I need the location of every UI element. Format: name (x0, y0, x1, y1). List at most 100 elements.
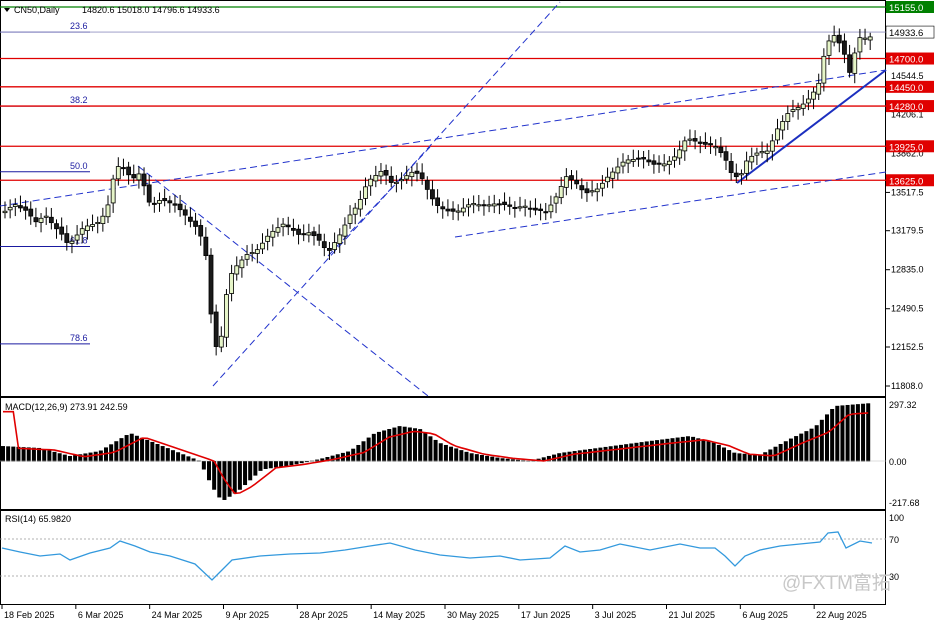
macd-bar (655, 440, 660, 462)
time-tick-label: 28 Apr 2025 (299, 610, 348, 620)
candle-body (95, 222, 101, 225)
macd-bar (474, 454, 479, 462)
candle-body (399, 179, 404, 182)
macd-bar (62, 454, 67, 462)
candle-body (198, 225, 204, 237)
candle-body (502, 201, 507, 206)
time-tick-label: 6 Aug 2025 (742, 610, 788, 620)
candle-body (687, 138, 693, 141)
candle-body (388, 175, 394, 183)
macd-bar (845, 404, 850, 462)
candle-body (708, 143, 713, 146)
macd-bar (438, 443, 443, 462)
candle-body (558, 186, 564, 199)
candle-body (445, 208, 451, 212)
candle-body (239, 259, 245, 269)
candle-body (476, 204, 482, 207)
candle-body (857, 37, 863, 53)
time-axis: 18 Feb 2025 6 Mar 2025 24 Mar 2025 9 Apr 20… (1, 605, 867, 620)
macd-bar (825, 414, 829, 462)
candle-body (383, 170, 389, 176)
macd-bar (413, 428, 417, 462)
macd-bar (814, 425, 819, 462)
macd-label: MACD(12,26,9) 273.91 242.59 (5, 402, 128, 412)
candle-body (553, 196, 559, 204)
macd-bar (742, 453, 747, 462)
candle-body (321, 241, 327, 249)
last-price-text: 14933.6 (889, 28, 923, 39)
candle-body (265, 235, 271, 242)
candle-body (605, 176, 610, 183)
candle-body (780, 121, 786, 131)
candle-body (424, 180, 430, 190)
time-tick-label: 3 Jul 2025 (595, 610, 637, 620)
candle-body (337, 234, 343, 244)
macd-bar (181, 454, 186, 462)
candle-body (440, 206, 446, 210)
macd-bar (788, 438, 793, 462)
macd-bar (52, 451, 57, 462)
candle-body (162, 198, 168, 202)
macd-bar (629, 443, 634, 462)
candle-body (769, 140, 775, 152)
macd-bar (449, 446, 454, 462)
candle-body (548, 204, 554, 213)
candle-body (64, 233, 70, 243)
candle-body (373, 175, 379, 182)
candle-body (527, 207, 533, 210)
time-tick-label: 24 Mar 2025 (152, 610, 203, 620)
candle-body (811, 91, 816, 100)
level-price-text: 13625.0 (889, 176, 923, 187)
candle-body (301, 233, 307, 236)
candle-body (115, 166, 121, 180)
macd-bar (299, 461, 304, 464)
candle-body (625, 159, 631, 164)
candle-body (234, 265, 240, 275)
candle-body (121, 167, 126, 170)
candle-body (105, 204, 111, 218)
macd-bar (273, 461, 278, 468)
candle-body (208, 254, 214, 315)
candle-body (285, 224, 291, 228)
candle-body (703, 141, 708, 145)
candle-body (141, 173, 147, 187)
candle-body (739, 173, 744, 176)
candle-body (404, 175, 410, 180)
candle-body (172, 203, 178, 206)
candle-body (100, 215, 106, 224)
macd-bar (799, 433, 804, 462)
macd-bar (243, 461, 248, 486)
macd-bar (634, 442, 639, 462)
macd-bar (207, 461, 211, 481)
candle-body (481, 204, 487, 207)
candle-body (419, 172, 425, 179)
candle-body (718, 146, 724, 153)
candle-body (836, 34, 842, 44)
time-tick-label: 17 Jun 2025 (521, 610, 571, 620)
candle-body (847, 54, 852, 73)
candle-body (538, 208, 543, 211)
candle-body (33, 217, 39, 223)
candle-body (213, 311, 219, 347)
macd-bar (428, 436, 433, 462)
macd-bar (830, 408, 835, 462)
macd-bar (124, 435, 129, 462)
candle-body (455, 210, 461, 213)
rsi-label: RSI(14) 65.9820 (5, 514, 71, 524)
macd-bar (752, 454, 757, 462)
candle-body (496, 203, 502, 206)
macd-bar (150, 441, 155, 462)
candle-body (182, 209, 188, 216)
candle-body (450, 208, 456, 212)
macd-tick-max: 297.32 (889, 400, 917, 410)
candle-body (842, 40, 847, 55)
candle-body (713, 146, 719, 149)
candle-body (522, 205, 528, 208)
candle-body (744, 160, 749, 174)
macd-bar (722, 447, 726, 462)
chart-canvas[interactable]: 23.638.250.061.878.6 13517.513179.512835… (0, 0, 936, 624)
candle-body (816, 82, 822, 95)
price-tick-label: 11808.0 (891, 381, 923, 391)
candle-body (867, 36, 873, 41)
macd-bar (665, 438, 670, 462)
